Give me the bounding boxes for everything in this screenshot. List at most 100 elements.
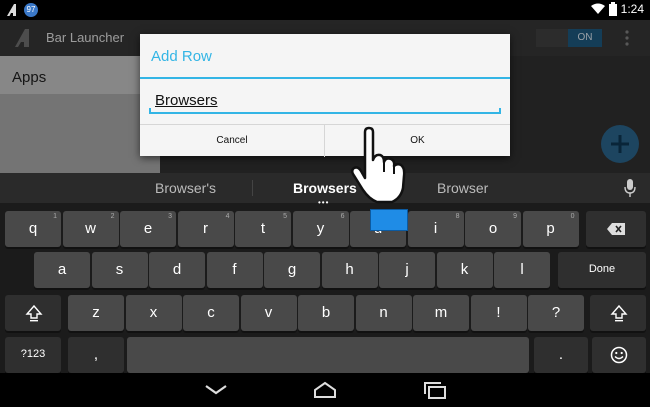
key-e[interactable]: e3	[120, 211, 176, 247]
key-question-label: ?	[551, 304, 561, 321]
home-icon[interactable]	[313, 381, 337, 399]
key-a-label: a	[57, 261, 67, 278]
key-p[interactable]: p0	[522, 211, 579, 247]
recent-apps-icon[interactable]	[423, 381, 447, 399]
key-g[interactable]: g	[264, 252, 320, 288]
key-d[interactable]: d	[149, 252, 205, 288]
key-r[interactable]: r4	[177, 211, 234, 247]
status-bar: 97 1:24	[0, 0, 650, 20]
battery-icon	[608, 2, 617, 16]
key-h-label: h	[345, 261, 354, 278]
shift-icon	[610, 304, 628, 322]
microphone-icon[interactable]	[624, 179, 636, 197]
key-p-label: p	[546, 220, 555, 237]
wifi-icon	[590, 3, 605, 14]
shift-key-left[interactable]	[5, 295, 61, 331]
key-r-secondary: 4	[225, 213, 230, 220]
row-name-value: Browsers	[155, 92, 218, 109]
key-s-label: s	[115, 261, 124, 278]
key-y-secondary: 6	[340, 213, 345, 220]
key-v[interactable]: v	[240, 295, 297, 331]
key-y-label: y	[316, 220, 325, 237]
key-z-label: z	[92, 304, 100, 321]
key-h[interactable]: h	[321, 252, 378, 288]
notification-badge: 97	[24, 3, 38, 17]
shift-key-right[interactable]	[590, 295, 646, 331]
key-y[interactable]: y6	[292, 211, 349, 247]
key-a[interactable]: a	[34, 252, 90, 288]
key-l[interactable]: l	[494, 252, 550, 288]
done-key-label: Done	[588, 263, 616, 275]
cancel-button[interactable]: Cancel	[140, 125, 325, 157]
suggestion-1[interactable]: Browser's	[155, 180, 216, 196]
key-k-label: k	[460, 261, 469, 278]
space-key[interactable]	[127, 337, 529, 373]
key-b[interactable]: b	[298, 295, 354, 331]
key-r-label: r	[203, 220, 208, 237]
dialog-title-divider	[140, 77, 510, 79]
key-v-label: v	[264, 304, 273, 321]
period-key[interactable]: .	[534, 337, 588, 373]
key-q-secondary: 1	[53, 213, 57, 220]
key-j-label: j	[405, 261, 409, 278]
key-exclamation-label: !	[496, 304, 501, 321]
dialog-title: Add Row	[151, 48, 212, 65]
key-t-label: t	[260, 220, 266, 237]
key-b-label: b	[321, 304, 331, 321]
row-name-input[interactable]: Browsers	[149, 88, 501, 116]
key-p-secondary: 0	[570, 213, 575, 220]
pointing-hand-icon	[350, 126, 406, 204]
key-i[interactable]: i8	[407, 211, 464, 247]
more-suggestions-indicator: •••	[318, 198, 330, 207]
clock: 1:24	[620, 2, 644, 16]
key-e-secondary: 3	[168, 213, 172, 220]
key-t[interactable]: t5	[235, 211, 291, 247]
app-notification-icon	[7, 4, 16, 16]
dialog-button-bar: Cancel OK	[140, 124, 510, 157]
key-e-label: e	[143, 220, 153, 237]
backspace-icon	[607, 223, 625, 235]
key-n[interactable]: n	[355, 295, 412, 331]
key-z[interactable]: z	[68, 295, 124, 331]
key-w-secondary: 2	[110, 213, 115, 220]
add-row-dialog: Add Row Browsers Cancel OK	[140, 34, 510, 157]
key-o-secondary: 9	[513, 213, 517, 220]
key-k[interactable]: k	[436, 252, 493, 288]
key-j[interactable]: j	[379, 252, 435, 288]
suggestion-3[interactable]: Browser	[437, 180, 488, 196]
suggestion-strip: Browser's Browsers Browser •••	[0, 173, 650, 207]
key-m-label: m	[434, 304, 448, 321]
emoji-key[interactable]	[592, 337, 646, 373]
key-o[interactable]: o9	[465, 211, 521, 247]
key-d-label: d	[172, 261, 182, 278]
key-m[interactable]: m	[413, 295, 469, 331]
key-question[interactable]: ?	[528, 295, 584, 331]
key-i-label: i	[433, 220, 438, 237]
symbols-key-label: ?123	[20, 348, 46, 360]
touch-indicator	[370, 209, 408, 231]
key-s[interactable]: s	[91, 252, 148, 288]
backspace-key[interactable]	[586, 211, 646, 247]
key-c-label: c	[207, 304, 215, 321]
key-f-label: f	[232, 261, 237, 278]
key-t-secondary: 5	[283, 213, 287, 220]
back-icon[interactable]	[204, 381, 228, 399]
period-key-label: .	[558, 346, 564, 363]
key-q-label: q	[28, 220, 38, 237]
key-w-label: w	[85, 220, 96, 237]
key-w[interactable]: w2	[62, 211, 119, 247]
key-exclamation[interactable]: !	[470, 295, 527, 331]
key-q[interactable]: q1	[5, 211, 61, 247]
key-c[interactable]: c	[183, 295, 239, 331]
comma-key[interactable]: ,	[68, 337, 124, 373]
key-i-secondary: 8	[455, 213, 460, 220]
key-x[interactable]: x	[125, 295, 182, 331]
emoji-icon	[610, 346, 628, 364]
navigation-bar	[0, 373, 650, 407]
key-f[interactable]: f	[206, 252, 263, 288]
key-g-label: g	[287, 261, 297, 278]
shift-icon	[25, 304, 43, 322]
done-key[interactable]: Done	[558, 252, 646, 288]
comma-key-label: ,	[93, 346, 99, 363]
symbols-key[interactable]: ?123	[5, 337, 61, 373]
